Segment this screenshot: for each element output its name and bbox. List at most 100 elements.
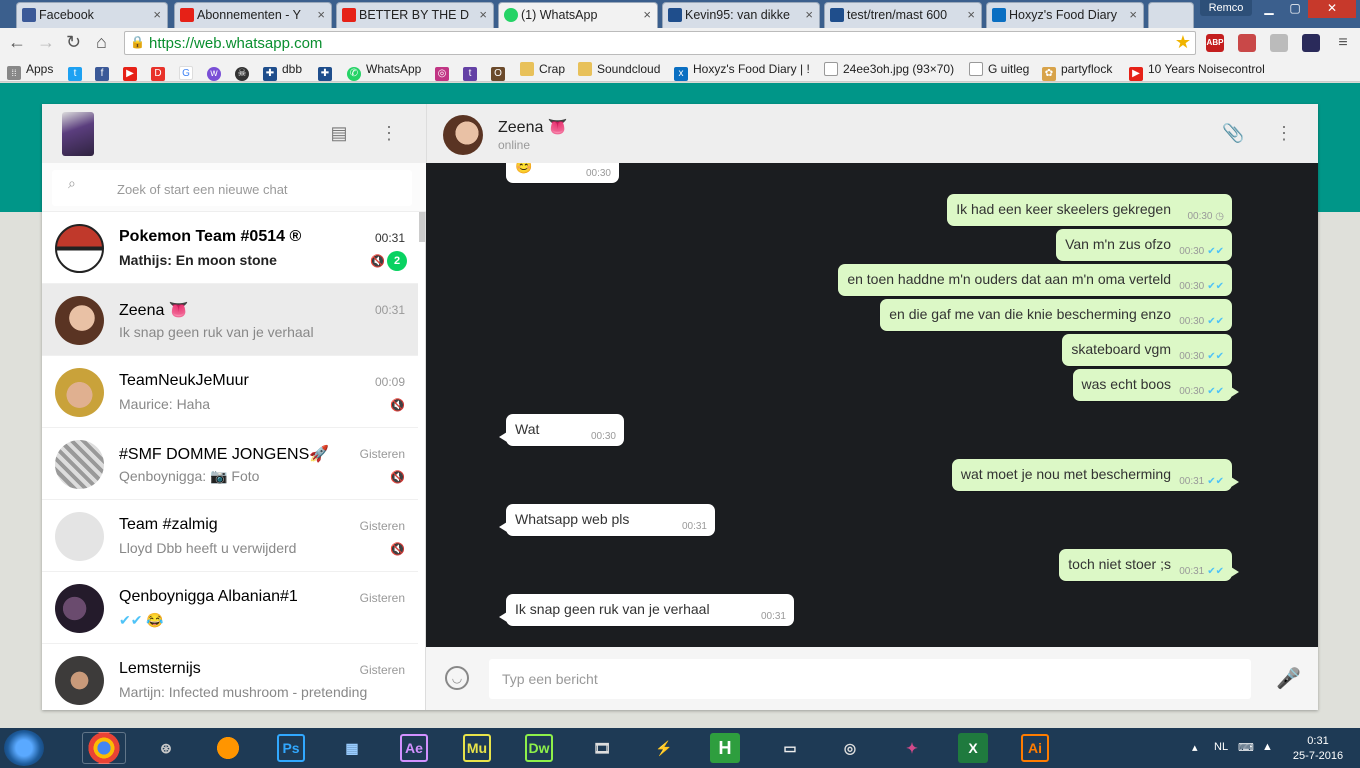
bookmark-twitch[interactable]: t: [463, 62, 482, 81]
reload-icon[interactable]: ↻: [66, 32, 81, 53]
video-editor-icon[interactable]: 🎞: [580, 732, 624, 764]
menu-dots-icon[interactable]: ⋮: [1273, 122, 1295, 144]
message-input[interactable]: [489, 659, 1251, 699]
url-text[interactable]: https://web.whatsapp.com: [149, 35, 322, 52]
firefox-icon[interactable]: [206, 732, 250, 764]
chat-item-lemsternijs[interactable]: Lemsternijs Gisteren Martijn: Infected m…: [42, 644, 418, 710]
browser-tab-facebook[interactable]: Facebook ×: [16, 2, 168, 28]
bookmark-folder-crap[interactable]: Crap: [520, 62, 565, 76]
taskbar-clock[interactable]: 0:31 25-7-2016: [1290, 734, 1346, 764]
bookmark-twitter[interactable]: t: [68, 62, 87, 81]
contact-status: online: [498, 138, 531, 152]
illustrator-icon[interactable]: Ai: [1021, 734, 1049, 762]
chat-item-team-zalmig[interactable]: Team #zalmig Gisteren Lloyd Dbb heeft u …: [42, 500, 418, 572]
browser-tab-youtube-subscriptions[interactable]: Abonnementen - Y ×: [174, 2, 332, 28]
contact-avatar[interactable]: [443, 115, 483, 155]
language-indicator[interactable]: NL: [1214, 741, 1228, 753]
back-icon[interactable]: ←: [8, 32, 26, 53]
photoshop-icon[interactable]: Ps: [277, 734, 305, 762]
bookmark-dbb-2[interactable]: ✚: [318, 62, 337, 81]
minimize-icon[interactable]: ▁: [1256, 0, 1282, 18]
bookmark-g-uitleg[interactable]: G uitleg: [969, 62, 1029, 76]
browser-tab-test-tren-mast[interactable]: test/tren/mast 600 ×: [824, 2, 982, 28]
profile-avatar[interactable]: [62, 112, 94, 156]
search-placeholder[interactable]: Zoek of start een nieuwe chat: [117, 182, 288, 197]
new-chat-icon[interactable]: ▤: [328, 122, 350, 144]
browser-tab-whatsapp[interactable]: (1) WhatsApp ×: [498, 2, 658, 29]
chat-item-teamneukjemuur[interactable]: TeamNeukJeMuur 00:09 Maurice: Haha 🔇: [42, 356, 418, 428]
attach-paperclip-icon[interactable]: 📎: [1222, 122, 1244, 144]
close-icon[interactable]: ×: [643, 7, 651, 22]
emoji-icon[interactable]: ◡: [445, 666, 469, 690]
address-bar[interactable]: 🔒 https://web.whatsapp.com ★: [124, 31, 1196, 55]
steam-icon[interactable]: ⊛: [144, 732, 188, 764]
remote-desktop-icon[interactable]: ▦: [330, 732, 374, 764]
fl-studio-icon[interactable]: ⚡: [642, 732, 686, 764]
partyflock-icon: ✿: [1042, 67, 1056, 81]
extension-icon[interactable]: [1270, 34, 1288, 52]
browser-tab-kevin95[interactable]: Kevin95: van dikke ×: [662, 2, 820, 28]
bookmark-site[interactable]: w: [207, 62, 226, 81]
keyboard-icon[interactable]: ⌨: [1238, 741, 1254, 754]
bookmark-apps[interactable]: ⁞⁞ Apps: [7, 62, 53, 80]
bookmark-folder-soundcloud[interactable]: Soundcloud: [578, 62, 660, 76]
close-icon[interactable]: ×: [1129, 7, 1137, 22]
bookmark-image[interactable]: 24ee3oh.jpg (93×70): [824, 62, 954, 76]
bookmark-whatsapp[interactable]: ✆ WhatsApp: [347, 62, 421, 81]
bookmark-partyflock[interactable]: ✿ partyflock: [1042, 62, 1112, 81]
chat-item-zeena[interactable]: Zeena 👅 00:31 Ik snap geen ruk van je ve…: [42, 284, 418, 356]
network-icon[interactable]: ▲: [1262, 741, 1273, 753]
avatar: [55, 368, 104, 417]
bookmark-noisecontrol[interactable]: ▶ 10 Years Noisecontrol: [1129, 62, 1265, 81]
adblock-icon[interactable]: ABP: [1206, 34, 1224, 52]
forward-icon[interactable]: →: [37, 32, 55, 53]
bookmark-food-diary[interactable]: x Hoxyz's Food Diary | !: [674, 62, 810, 81]
bookmark-instagram[interactable]: ◎: [435, 62, 454, 81]
after-effects-icon[interactable]: Ae: [400, 734, 428, 762]
chat-list-scrollbar[interactable]: [419, 212, 425, 242]
bookmark-dumpert[interactable]: D: [151, 62, 170, 81]
close-icon[interactable]: ×: [967, 7, 975, 22]
excel-icon[interactable]: X: [958, 733, 988, 763]
close-icon[interactable]: ×: [317, 7, 325, 22]
message-input-placeholder[interactable]: Typ een bericht: [502, 671, 598, 687]
game-icon[interactable]: ✦: [890, 732, 934, 764]
microphone-icon[interactable]: 🎤: [1276, 666, 1301, 691]
close-icon[interactable]: ×: [153, 7, 161, 22]
chrome-icon[interactable]: [82, 732, 126, 764]
close-icon[interactable]: ×: [479, 7, 487, 22]
maximize-icon[interactable]: ▢: [1282, 0, 1308, 18]
dbb-extension-icon[interactable]: [1302, 34, 1320, 52]
menu-icon[interactable]: ≡: [1334, 34, 1352, 52]
menu-dots-icon[interactable]: ⋮: [378, 122, 400, 144]
rockstar-icon[interactable]: ◎: [828, 732, 872, 764]
chat-item-pokemon-team[interactable]: Pokemon Team #0514 ® 00:31 Mathijs: En m…: [42, 212, 418, 284]
monitor-app-icon[interactable]: ▭: [768, 732, 812, 764]
dreamweaver-icon[interactable]: Dw: [525, 734, 553, 762]
browser-tab-better-by-the-day[interactable]: BETTER BY THE D ×: [336, 2, 494, 28]
chat-item-smf-domme-jongens[interactable]: #SMF DOMME JONGENS🚀 Gisteren Qenboynigga…: [42, 428, 418, 500]
profile-user-label[interactable]: Remco: [1200, 0, 1252, 16]
bookmark-skull[interactable]: ☠: [235, 62, 254, 81]
window-close-icon[interactable]: ✕: [1308, 0, 1356, 18]
message-list[interactable]: 😊 00:30 Ik had een keer skeelers gekregen…: [426, 163, 1318, 647]
bookmark-ogame[interactable]: O: [491, 62, 510, 81]
dbb-icon: ✚: [318, 67, 332, 81]
bookmark-dbb[interactable]: ✚ dbb: [263, 62, 302, 81]
h-app-icon[interactable]: H: [710, 733, 740, 763]
windows-start-button[interactable]: [4, 730, 44, 766]
new-tab-button[interactable]: [1148, 2, 1194, 28]
youtube-extension-icon[interactable]: [1238, 34, 1256, 52]
bookmark-youtube[interactable]: ▶: [123, 62, 142, 81]
bookmark-star-icon[interactable]: ★: [1175, 32, 1191, 53]
home-icon[interactable]: ⌂: [96, 32, 107, 53]
chat-list-header: ▤ ⋮: [42, 104, 426, 163]
close-icon[interactable]: ×: [805, 7, 813, 22]
bookmark-google[interactable]: G: [179, 62, 198, 80]
muse-icon[interactable]: Mu: [463, 734, 491, 762]
conversation-header[interactable]: Zeena 👅 online 📎 ⋮: [426, 104, 1318, 163]
chat-item-qenboynigga[interactable]: Qenboynigga Albanian#1 Gisteren ✔✔ 😂: [42, 572, 418, 644]
bookmark-facebook[interactable]: f: [95, 62, 114, 81]
browser-tab-food-diary[interactable]: Hoxyz's Food Diary ×: [986, 2, 1144, 28]
tray-expand-icon[interactable]: ▴: [1192, 741, 1198, 754]
